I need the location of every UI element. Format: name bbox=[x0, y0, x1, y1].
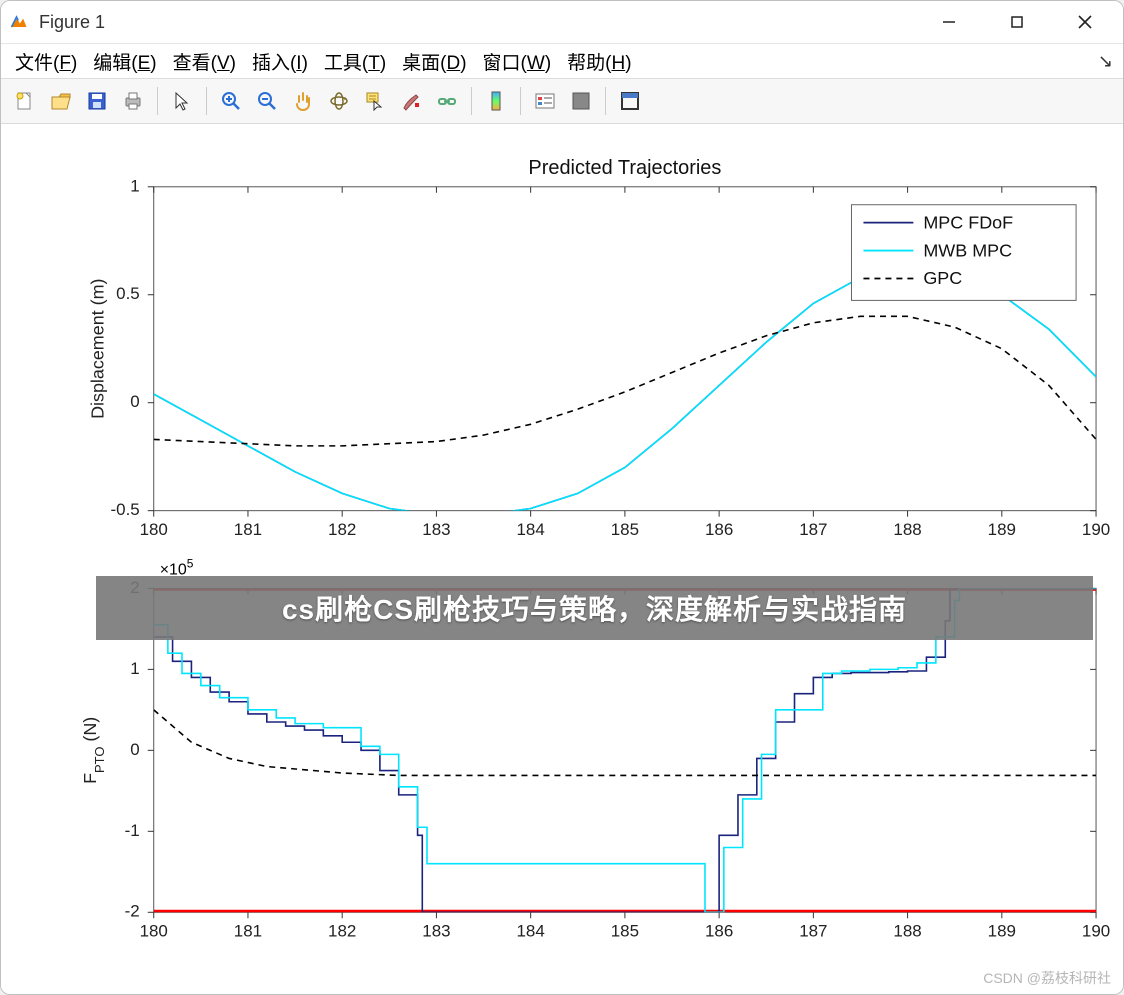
svg-text:187: 187 bbox=[799, 520, 827, 539]
menu-e[interactable]: 编辑(E) bbox=[89, 46, 160, 77]
legend-button[interactable] bbox=[529, 85, 561, 117]
svg-text:-1: -1 bbox=[125, 821, 140, 840]
svg-text:188: 188 bbox=[893, 922, 921, 941]
svg-text:180: 180 bbox=[140, 922, 168, 941]
svg-text:185: 185 bbox=[611, 922, 639, 941]
svg-text:1: 1 bbox=[130, 176, 139, 195]
svg-text:190: 190 bbox=[1082, 520, 1110, 539]
svg-text:183: 183 bbox=[422, 922, 450, 941]
dock-figure-button[interactable] bbox=[614, 85, 646, 117]
svg-text:184: 184 bbox=[517, 520, 545, 539]
colorbar-button[interactable] bbox=[480, 85, 512, 117]
svg-text:181: 181 bbox=[234, 922, 262, 941]
overlay-banner: cs刷枪CS刷枪技巧与策略，深度解析与实战指南 bbox=[96, 576, 1093, 640]
menu-t[interactable]: 工具(T) bbox=[320, 46, 390, 77]
link-button[interactable] bbox=[431, 85, 463, 117]
pointer-button[interactable] bbox=[166, 85, 198, 117]
close-button[interactable] bbox=[1065, 8, 1105, 36]
plot-canvas[interactable]: 180 181 182 183 184 185 186 187 188 189 190 -0.5 0 0.… bbox=[1, 124, 1123, 994]
legend[interactable]: MPC FDoF MWB MPC GPC bbox=[851, 205, 1076, 301]
svg-text:-0.5: -0.5 bbox=[111, 500, 140, 519]
save-button[interactable] bbox=[81, 85, 113, 117]
svg-text:GPC: GPC bbox=[923, 268, 962, 288]
pan-button[interactable] bbox=[287, 85, 319, 117]
svg-text:186: 186 bbox=[705, 520, 733, 539]
dock-arrow-icon[interactable]: ↘ bbox=[1098, 51, 1113, 72]
svg-text:MPC FDoF: MPC FDoF bbox=[923, 212, 1013, 232]
insert-axes-button[interactable] bbox=[565, 85, 597, 117]
menu-i[interactable]: 插入(I) bbox=[248, 46, 312, 77]
svg-text:184: 184 bbox=[517, 922, 545, 941]
brush-button[interactable] bbox=[395, 85, 427, 117]
svg-text:185: 185 bbox=[611, 520, 639, 539]
overlay-text: cs刷枪CS刷枪技巧与策略，深度解析与实战指南 bbox=[282, 588, 907, 628]
svg-text:180: 180 bbox=[140, 520, 168, 539]
minimize-button[interactable] bbox=[929, 8, 969, 36]
window-controls bbox=[929, 8, 1115, 36]
svg-text:0: 0 bbox=[130, 740, 139, 759]
svg-text:-2: -2 bbox=[125, 902, 140, 921]
figure-window: Figure 1 文件(F) 编辑(E) 查看(V) 插入(I) 工具(T) 桌面(D) 窗… bbox=[0, 0, 1124, 995]
axes-1: 180 181 182 183 184 185 186 187 188 189 190 -0.5 0 0.… bbox=[88, 157, 1111, 539]
toolbar bbox=[1, 79, 1123, 124]
menubar: 文件(F) 编辑(E) 查看(V) 插入(I) 工具(T) 桌面(D) 窗口(W)帮助(H)… bbox=[1, 44, 1123, 79]
svg-text:186: 186 bbox=[705, 922, 733, 941]
rotate-3d-button[interactable] bbox=[323, 85, 355, 117]
svg-text:Predicted Trajectories: Predicted Trajectories bbox=[528, 157, 721, 179]
menu-d[interactable]: 桌面(D) bbox=[398, 46, 470, 77]
watermark-text: CSDN @荔枝科研社 bbox=[983, 970, 1111, 986]
svg-text:MWB MPC: MWB MPC bbox=[923, 240, 1012, 260]
svg-text:182: 182 bbox=[328, 520, 356, 539]
svg-text:190: 190 bbox=[1082, 922, 1110, 941]
zoom-in-button[interactable] bbox=[215, 85, 247, 117]
svg-text:0: 0 bbox=[130, 392, 139, 411]
svg-text:183: 183 bbox=[422, 520, 450, 539]
svg-text:181: 181 bbox=[234, 520, 262, 539]
new-figure-button[interactable] bbox=[9, 85, 41, 117]
open-button[interactable] bbox=[45, 85, 77, 117]
zoom-out-button[interactable] bbox=[251, 85, 283, 117]
window-title: Figure 1 bbox=[39, 12, 105, 33]
svg-text:187: 187 bbox=[799, 922, 827, 941]
svg-text:1: 1 bbox=[130, 659, 139, 678]
menu-f[interactable]: 文件(F) bbox=[11, 46, 81, 77]
menu-h[interactable]: 帮助(H) bbox=[563, 46, 635, 77]
menu-v[interactable]: 查看(V) bbox=[169, 46, 240, 77]
svg-text:182: 182 bbox=[328, 922, 356, 941]
svg-text:189: 189 bbox=[988, 922, 1016, 941]
svg-text:189: 189 bbox=[988, 520, 1016, 539]
watermark: CSDN @荔枝科研社 bbox=[983, 968, 1111, 988]
print-button[interactable] bbox=[117, 85, 149, 117]
svg-text:Displacement (m): Displacement (m) bbox=[88, 279, 108, 419]
menu-w[interactable]: 窗口(W) bbox=[479, 46, 556, 77]
svg-text:0.5: 0.5 bbox=[116, 284, 140, 303]
matlab-app-icon bbox=[9, 12, 29, 32]
maximize-button[interactable] bbox=[997, 8, 1037, 36]
svg-text:188: 188 bbox=[893, 520, 921, 539]
titlebar: Figure 1 bbox=[1, 1, 1123, 44]
data-cursor-button[interactable] bbox=[359, 85, 391, 117]
svg-text:FPTO (N): FPTO (N) bbox=[80, 717, 107, 784]
